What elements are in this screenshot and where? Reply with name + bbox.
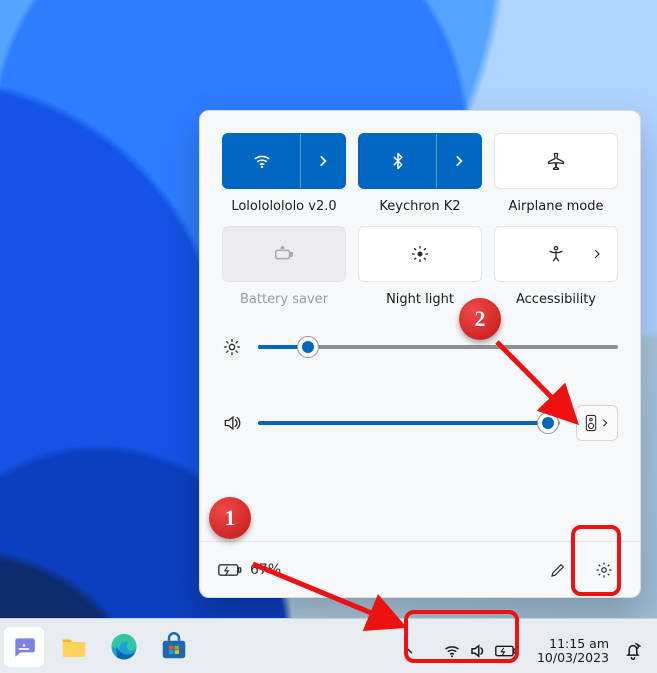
tile-night-light-wrap: Night light xyxy=(358,226,482,307)
chevron-right-icon xyxy=(452,154,466,168)
pencil-icon xyxy=(549,561,567,579)
system-tray: 11:15 am 10/03/2023 xyxy=(393,633,647,669)
tile-airplane-wrap: Airplane mode xyxy=(494,133,618,214)
tile-wifi-expand[interactable] xyxy=(301,134,345,188)
tile-wifi-wrap: Lolololololo v2.0 xyxy=(222,133,346,214)
tile-bluetooth-label: Keychron K2 xyxy=(379,199,460,214)
tile-bluetooth-toggle[interactable] xyxy=(359,134,437,188)
slider-thumb[interactable] xyxy=(298,337,318,357)
tile-accessibility-label: Accessibility xyxy=(516,292,596,307)
clock-date: 10/03/2023 xyxy=(537,651,609,665)
bell-dnd-icon xyxy=(623,641,643,661)
tile-wifi[interactable] xyxy=(222,133,346,189)
battery-charging-icon xyxy=(495,644,517,658)
bluetooth-icon xyxy=(389,152,407,170)
brightness-slider[interactable] xyxy=(258,338,618,356)
tile-battery-saver xyxy=(222,226,346,282)
volume-slider[interactable] xyxy=(258,414,560,432)
speaker-device-icon xyxy=(584,414,598,432)
quick-settings-footer: 67% xyxy=(200,541,640,597)
taskbar-app-store[interactable] xyxy=(154,627,194,667)
battery-charging-icon xyxy=(218,562,242,578)
battery-status[interactable]: 67% xyxy=(218,562,281,578)
quick-settings-tiles: Lolololololo v2.0 Keychron K2 xyxy=(222,133,618,307)
chevron-right-icon xyxy=(316,154,330,168)
taskbar-app-edge[interactable] xyxy=(104,627,144,667)
tile-accessibility[interactable] xyxy=(494,226,618,282)
all-settings-button[interactable] xyxy=(586,552,622,588)
taskbar-app-explorer[interactable] xyxy=(54,627,94,667)
tray-status-group[interactable] xyxy=(433,636,527,666)
tile-night-light[interactable] xyxy=(358,226,482,282)
tile-airplane[interactable] xyxy=(494,133,618,189)
airplane-icon xyxy=(546,151,566,171)
folder-icon xyxy=(59,632,89,662)
night-light-icon xyxy=(410,244,430,264)
quick-settings-panel: Lolololololo v2.0 Keychron K2 xyxy=(199,110,641,598)
gear-icon xyxy=(595,561,613,579)
tray-overflow-button[interactable] xyxy=(393,633,423,669)
battery-saver-icon xyxy=(273,243,295,265)
tile-airplane-label: Airplane mode xyxy=(509,199,604,214)
clock-time: 11:15 am xyxy=(537,637,609,651)
chevron-up-icon xyxy=(401,644,415,658)
volume-icon xyxy=(469,642,487,660)
taskbar-app-chat[interactable] xyxy=(4,627,44,667)
chat-icon xyxy=(11,634,37,660)
tile-bluetooth[interactable] xyxy=(358,133,482,189)
store-icon xyxy=(159,632,189,662)
edge-icon xyxy=(109,632,139,662)
wifi-icon xyxy=(252,151,272,171)
taskbar: 11:15 am 10/03/2023 xyxy=(0,618,657,673)
battery-percent-text: 67% xyxy=(250,562,281,578)
volume-icon xyxy=(222,413,242,433)
taskbar-clock[interactable]: 11:15 am 10/03/2023 xyxy=(537,637,609,666)
notifications-button[interactable] xyxy=(619,633,647,669)
tile-battery-saver-wrap: Battery saver xyxy=(222,226,346,307)
chevron-right-icon xyxy=(600,418,610,428)
taskbar-pinned-apps xyxy=(4,627,194,667)
wifi-icon xyxy=(443,642,461,660)
chevron-right-icon xyxy=(591,248,603,260)
tile-bluetooth-expand[interactable] xyxy=(437,134,481,188)
volume-row xyxy=(222,405,618,441)
slider-thumb[interactable] xyxy=(538,413,558,433)
tile-battery-saver-label: Battery saver xyxy=(240,292,328,307)
tile-wifi-label: Lolololololo v2.0 xyxy=(231,199,336,214)
footer-actions xyxy=(540,552,622,588)
tile-accessibility-wrap: Accessibility xyxy=(494,226,618,307)
edit-quick-settings-button[interactable] xyxy=(540,552,576,588)
accessibility-icon xyxy=(546,244,566,264)
brightness-icon xyxy=(222,337,242,357)
sliders-area xyxy=(222,337,618,441)
tile-bluetooth-wrap: Keychron K2 xyxy=(358,133,482,214)
tile-night-light-label: Night light xyxy=(386,292,454,307)
slider-fill xyxy=(258,421,548,425)
tile-wifi-toggle[interactable] xyxy=(223,134,301,188)
brightness-row xyxy=(222,337,618,357)
sound-output-button[interactable] xyxy=(576,405,618,441)
